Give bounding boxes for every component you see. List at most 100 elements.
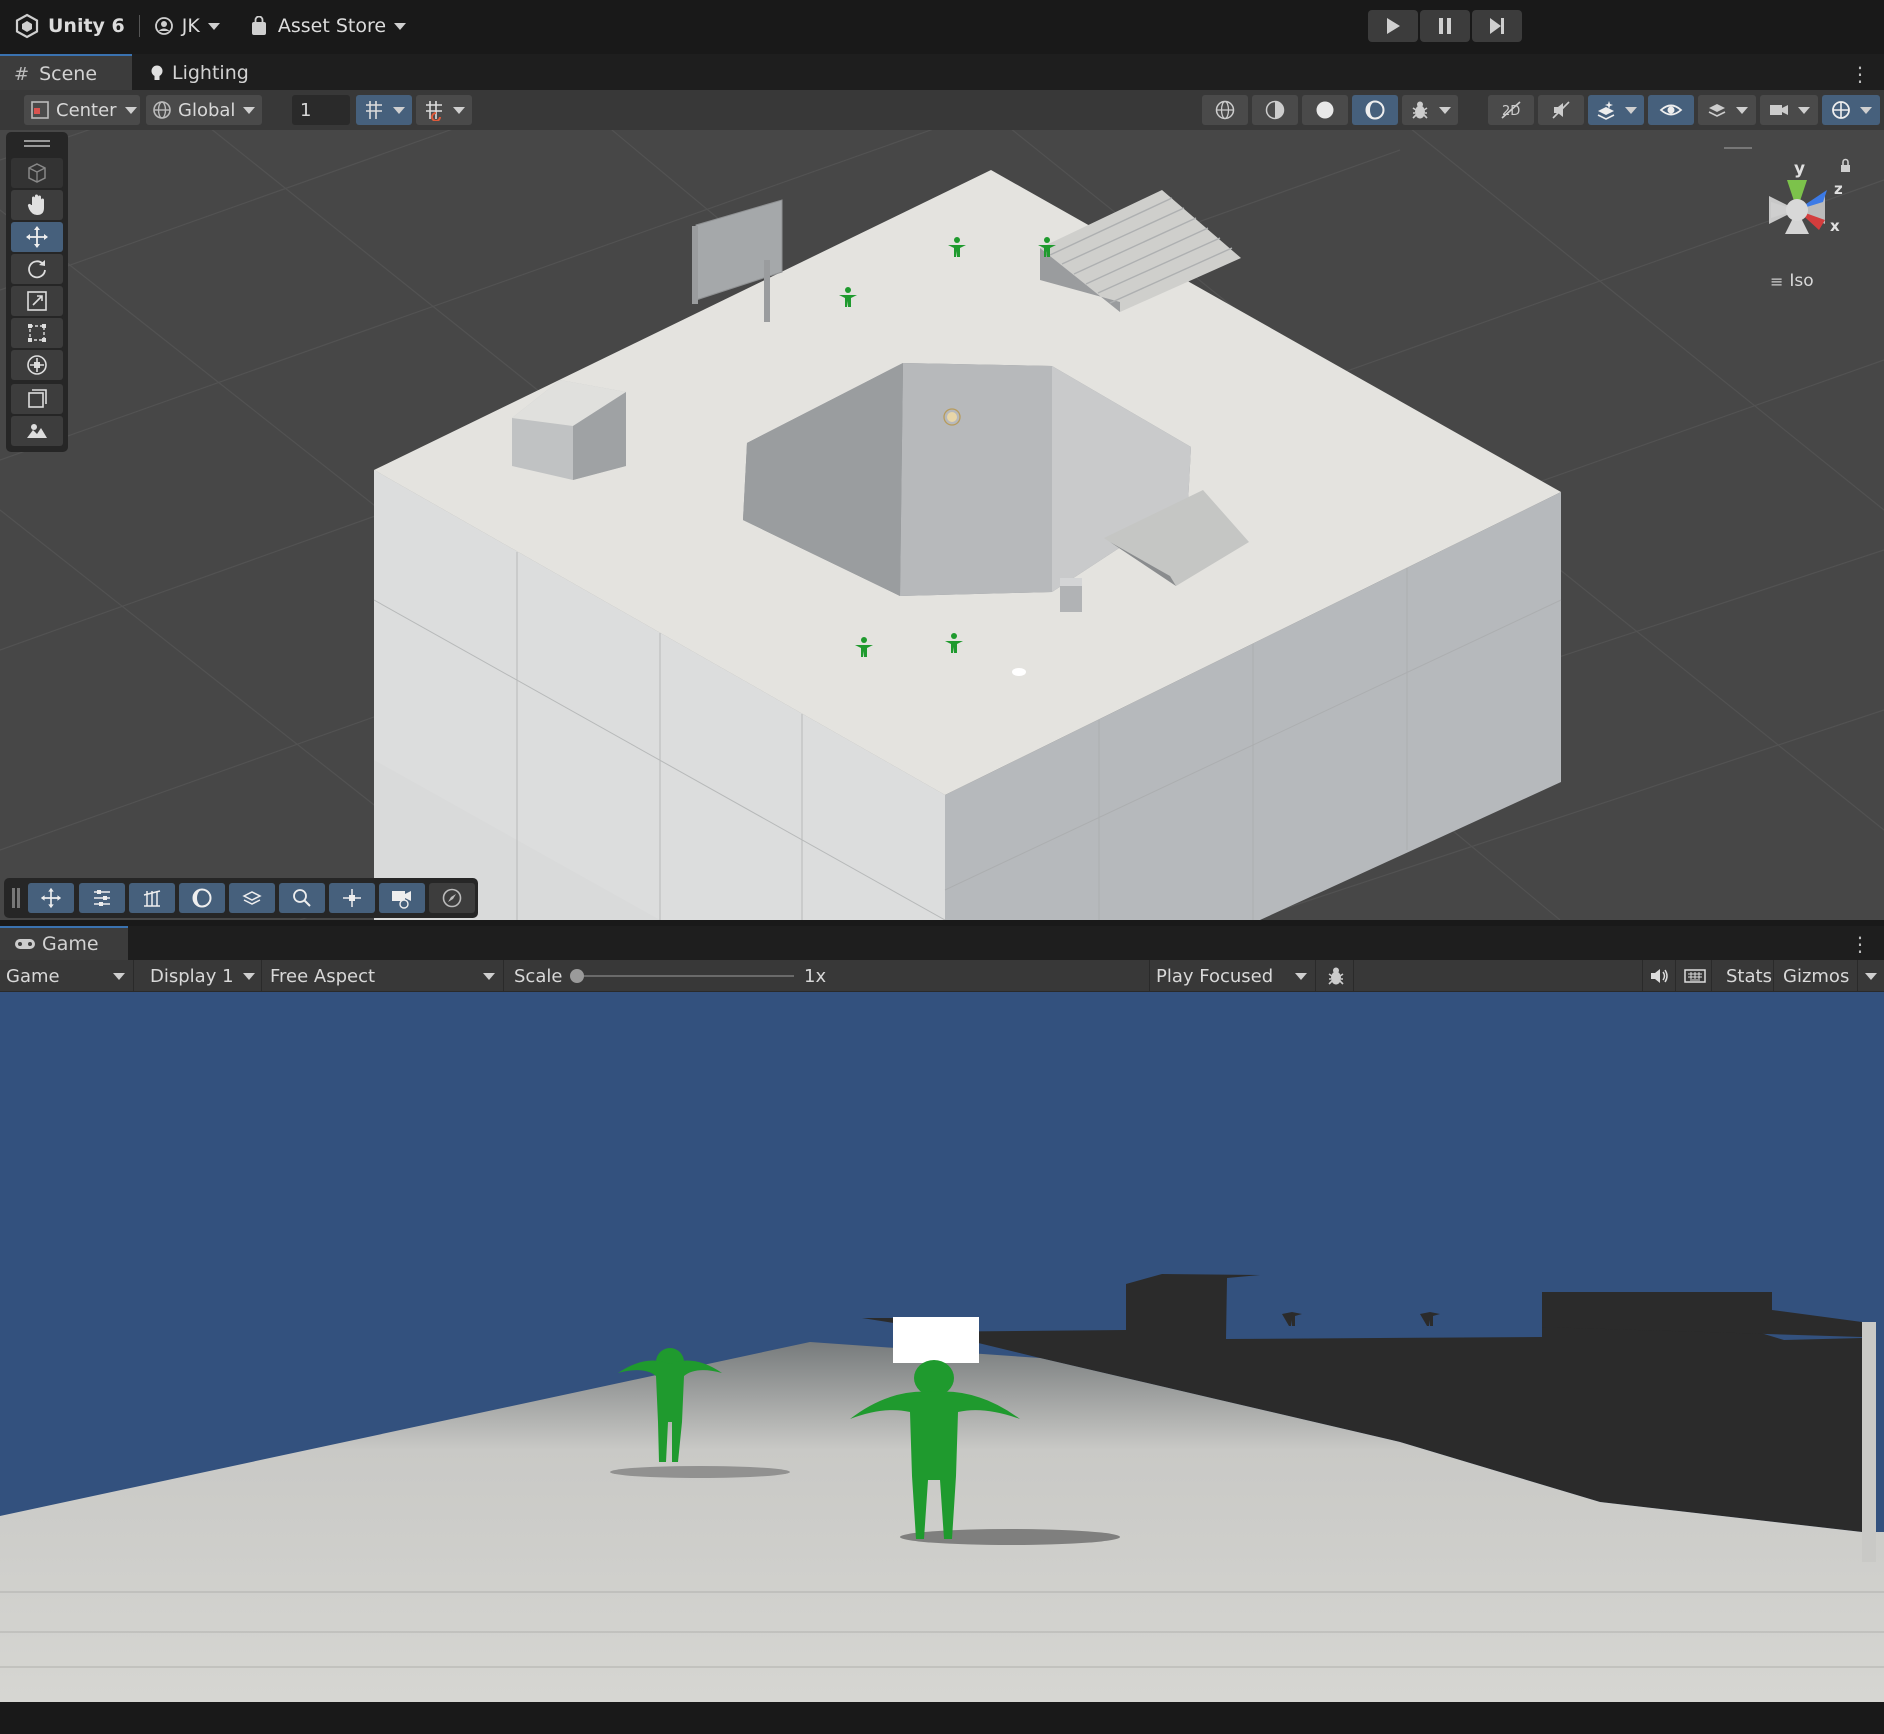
tools-overlay [6,132,68,452]
navigation-overlay-button[interactable] [429,883,475,913]
pause-icon [1439,18,1451,34]
half-moon-icon [1365,100,1385,120]
step-button[interactable] [1472,10,1522,42]
layers-icon [242,891,262,905]
pivot-overlay-button[interactable] [329,883,375,913]
play-button[interactable] [1368,10,1418,42]
gizmos-dropdown[interactable] [1822,95,1880,125]
account-dropdown[interactable]: JK [154,15,220,37]
shaded-button[interactable] [1302,95,1348,125]
move-arrows-icon [26,226,48,248]
orientation-overlay-button[interactable] [179,883,225,913]
stats-button[interactable]: Stats [1714,960,1774,992]
play-mode-label: Play Focused [1156,965,1274,987]
more-options-icon[interactable]: ⋮ [1850,62,1870,86]
unity-menu[interactable]: Unity 6 [14,13,125,39]
debug-draw-mode-dropdown[interactable] [1402,95,1458,125]
hamburger-icon: ≡ [1770,271,1784,291]
bug-icon [1327,967,1344,985]
gizmos-dropdown[interactable] [1858,960,1884,992]
2d-toggle-button[interactable]: 2D [1488,95,1534,125]
terrain-brush-icon [27,424,47,438]
cube-icon [28,163,46,183]
chevron-down-icon [483,972,495,980]
game-toolbar: Game Display 1 Free Aspect Scale 1x Play… [0,960,1884,992]
rotate-tool-button[interactable] [11,254,63,284]
layers-dropdown[interactable] [1698,95,1756,125]
layers-overlay-button[interactable] [229,883,275,913]
drag-handle[interactable] [17,888,20,908]
unity-logo-icon [15,13,39,39]
search-icon [293,889,311,907]
effects-dropdown[interactable] [1588,95,1644,125]
chevron-down-icon [243,972,255,980]
tab-scene[interactable]: # Scene [0,54,132,92]
svg-text:2D: 2D [1502,104,1520,119]
transform-tool-button[interactable] [11,350,63,380]
grid-settings-overlay-button[interactable] [129,883,175,913]
scene-overlays-toolbar [4,878,478,918]
display-dropdown[interactable]: Display 1 [138,960,262,992]
speaker-icon [1651,969,1668,983]
pivot-rotation-dropdown[interactable]: Global [146,95,262,125]
unlit-shading-button[interactable] [1352,95,1398,125]
move-tool-button[interactable] [11,222,63,252]
chevron-down-icon [453,106,465,114]
chevron-down-icon [1736,106,1748,114]
move-arrows-icon [40,887,62,909]
gizmos-button[interactable]: Gizmos [1776,960,1858,992]
tab-label: Scene [39,63,98,85]
move-overlay-button[interactable] [28,883,74,913]
shaded-wireframe-button[interactable] [1252,95,1298,125]
debug-button[interactable] [1318,960,1354,992]
game-render [0,1274,1884,1702]
projection-toggle[interactable]: ≡ Iso [1770,271,1814,291]
keyboard-shortcuts-button[interactable] [1678,960,1712,992]
custom-tools-button[interactable] [11,384,63,414]
audio-toggle-button[interactable] [1538,95,1584,125]
game-viewport[interactable] [0,992,1884,1702]
pause-button[interactable] [1420,10,1470,42]
tool-settings-overlay-button[interactable] [79,883,125,913]
grid-snap-value: 1 [300,99,312,121]
pivot-mode-dropdown[interactable]: Center [24,95,140,125]
drag-handle[interactable] [24,145,50,147]
tab-label: Lighting [172,62,249,84]
grid-hatch-icon [143,890,161,907]
scale-slider-track[interactable] [574,975,794,977]
step-icon [1490,18,1504,34]
increment-snap-dropdown[interactable] [416,95,472,125]
rect-tool-button[interactable] [11,318,63,348]
more-options-icon[interactable]: ⋮ [1850,932,1870,956]
wireframe-shading-button[interactable] [1202,95,1248,125]
tab-game[interactable]: Game [0,926,128,960]
scale-slider-thumb[interactable] [570,969,584,983]
grid-snap-input[interactable]: 1 [292,95,350,125]
mute-audio-button[interactable] [1642,960,1676,992]
aspect-dropdown[interactable]: Free Aspect [264,960,504,992]
layers-icon [1708,104,1726,117]
view-tool-button[interactable] [11,158,63,188]
grid-snapping-toggle[interactable] [356,95,412,125]
chevron-down-icon [243,106,256,114]
camera-eye-icon [392,891,411,909]
drag-handle[interactable] [24,140,50,142]
game-view-dropdown[interactable]: Game [0,960,134,992]
scene-viewport[interactable]: y z x ≡ Iso [0,130,1884,920]
terrain-tool-button[interactable] [11,416,63,446]
hand-tool-button[interactable] [11,190,63,220]
scale-tool-button[interactable] [11,286,63,316]
tab-lighting[interactable]: Lighting [136,54,266,92]
sliders-icon [94,890,110,906]
scene-visibility-button[interactable] [1648,95,1694,125]
chevron-down-icon [393,106,405,114]
search-overlay-button[interactable] [279,883,325,913]
game-view-label: Game [6,965,60,987]
grid-snap-icon [366,101,382,119]
asset-store-dropdown[interactable]: Asset Store [250,15,407,37]
camera-settings-dropdown[interactable] [1760,95,1818,125]
camera-overlay-button[interactable] [379,883,425,913]
drag-handle[interactable] [12,888,15,908]
play-mode-dropdown[interactable]: Play Focused [1150,960,1316,992]
chevron-down-icon [113,972,125,980]
